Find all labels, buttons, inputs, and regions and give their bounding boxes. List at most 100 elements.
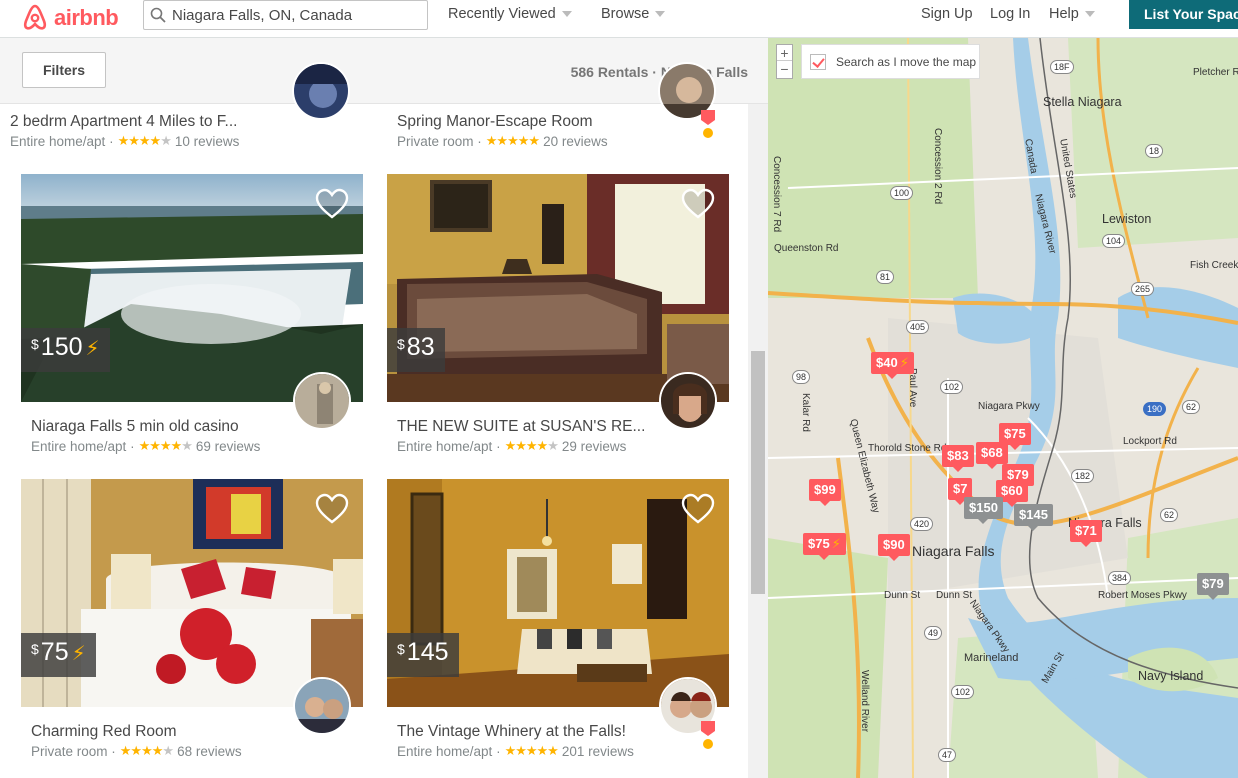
room-type: Private room [31,743,108,759]
map-street-label: Thorold Stone Rd [868,443,947,454]
search-as-move-checkbox[interactable] [810,53,826,70]
nav-label: Help [1049,6,1079,22]
zoom-out-button[interactable]: − [777,61,792,77]
map-place-label: Lewiston [1102,212,1152,226]
listing-meta: Private room · ★★★★★ 68 reviews [31,743,242,759]
instant-book-icon: ⚡ [85,338,100,360]
listing-title[interactable]: Charming Red Room [31,723,177,741]
chevron-down-icon [655,11,666,17]
superhost-badge-icon [701,721,715,736]
listing-title[interactable]: Spring Manor-Escape Room [397,113,593,131]
map-street-label: Kalar Rd [800,393,811,432]
nav-log-in[interactable]: Log In [990,6,1030,22]
scrollbar-thumb[interactable] [751,351,765,594]
map-street-label: Pletcher Rd [1193,67,1238,78]
route-shield: 384 [1108,571,1132,585]
nav-help[interactable]: Help [1049,6,1095,22]
pin-label: $60 [1001,483,1023,498]
rental-count: 586 Rentals · Niagara Falls [570,64,748,80]
map-place-label: Niagara Falls [912,543,995,559]
top-header: airbnb Recently Viewed Browse Sign Up Lo… [0,0,1238,38]
superhost-dot [703,739,713,749]
map-price-pin[interactable]: $68 [976,442,1008,469]
room-type: Entire home/apt [31,438,127,454]
review-count: 10 reviews [174,133,240,149]
listing-meta: Entire home/apt · ★★★★★ 69 reviews [31,438,261,454]
host-avatar[interactable] [293,677,351,735]
nav-label: Browse [601,6,650,22]
currency-symbol: $ [397,641,405,657]
map-price-pin[interactable]: $150 [964,497,1003,524]
route-shield: 62 [1160,508,1179,522]
route-shield: 182 [1071,469,1095,483]
pin-label: $75 [808,536,830,551]
host-avatar[interactable] [292,62,350,120]
superhost-badge-icon [701,110,715,125]
review-count: 69 reviews [195,438,261,454]
route-shield: 81 [876,270,895,284]
listing-meta: Private room · ★★★★★ 20 reviews [397,133,608,149]
location-search[interactable] [143,0,428,30]
pin-label: $79 [1202,576,1224,591]
currency-symbol: $ [397,336,405,352]
filters-button[interactable]: Filters [22,52,106,88]
heart-icon[interactable] [681,493,715,525]
listing-title[interactable]: 2 bedrm Apartment 4 Miles to F... [10,113,237,131]
zoom-in-button[interactable]: + [777,45,792,61]
pin-label: $90 [883,537,905,552]
map-price-pin[interactable]: $71 [1070,520,1102,547]
route-shield: 18 [1145,144,1164,158]
map-canvas[interactable]: Stella Niagara Lewiston Niagara Falls Ni… [768,38,1238,778]
star-rating: ★★★★★ [504,438,559,453]
map-price-pin[interactable]: $75 ⚡ [803,533,846,560]
superhost-dot [703,128,713,138]
nav-sign-up[interactable]: Sign Up [921,6,973,22]
route-shield: 62 [1182,400,1201,414]
map-price-pin[interactable]: $99 [809,479,841,506]
listing-meta: Entire home/apt · ★★★★★ 201 reviews [397,743,634,759]
heart-icon[interactable] [315,188,349,220]
route-shield: 265 [1131,282,1155,296]
chevron-down-icon [561,11,572,17]
map-street-label: Welland River [859,670,870,733]
review-count: 29 reviews [561,438,627,454]
results-pane: Filters 586 Rentals · Niagara Falls 2 be… [0,38,768,778]
map-street-label: Dunn St [936,590,973,601]
price-value: 150 [40,333,83,361]
nav-browse[interactable]: Browse [601,6,666,22]
list-your-space-button[interactable]: List Your Space [1129,0,1238,29]
host-avatar[interactable] [659,372,717,430]
route-shield: 102 [940,380,964,394]
map-zoom-control: + − [776,44,793,79]
star-rating: ★★★★★ [504,743,559,758]
pin-label: $68 [981,445,1003,460]
heart-icon[interactable] [315,493,349,525]
listing-title[interactable]: Niaraga Falls 5 min old casino [31,418,239,436]
search-icon [150,7,166,23]
nav-recently-viewed[interactable]: Recently Viewed [448,6,572,22]
listing-title[interactable]: THE NEW SUITE at SUSAN'S RE... [397,418,645,436]
nav-label: Log In [990,6,1031,22]
airbnb-logo[interactable]: airbnb [20,3,119,33]
star-rating: ★★★★★ [485,133,540,148]
pin-label: $150 [969,500,998,515]
room-type: Entire home/apt [397,743,493,759]
map-street-label: Niagara Pkwy [978,401,1040,412]
map-price-pin[interactable]: $145 [1014,504,1053,531]
listing-title[interactable]: The Vintage Whinery at the Falls! [397,723,626,741]
search-input[interactable] [172,6,412,24]
search-as-move-toggle[interactable]: Search as I move the map [801,44,980,79]
map-price-pin[interactable]: $83 [942,445,974,472]
room-type: Entire home/apt [10,133,106,149]
map-price-pin[interactable]: $79 [1197,573,1229,600]
route-shield: 47 [938,748,957,762]
search-as-move-label: Search as I move the map [836,54,977,69]
review-count: 201 reviews [561,743,634,759]
map-price-pin[interactable]: $90 [878,534,910,561]
host-avatar[interactable] [293,372,351,430]
map-price-pin[interactable]: $40 ⚡ [871,352,914,379]
heart-icon[interactable] [681,188,715,220]
star-rating: ★★★★★ [138,438,193,453]
price-tag: $ 145 [387,633,459,677]
pin-label: $83 [947,448,969,463]
